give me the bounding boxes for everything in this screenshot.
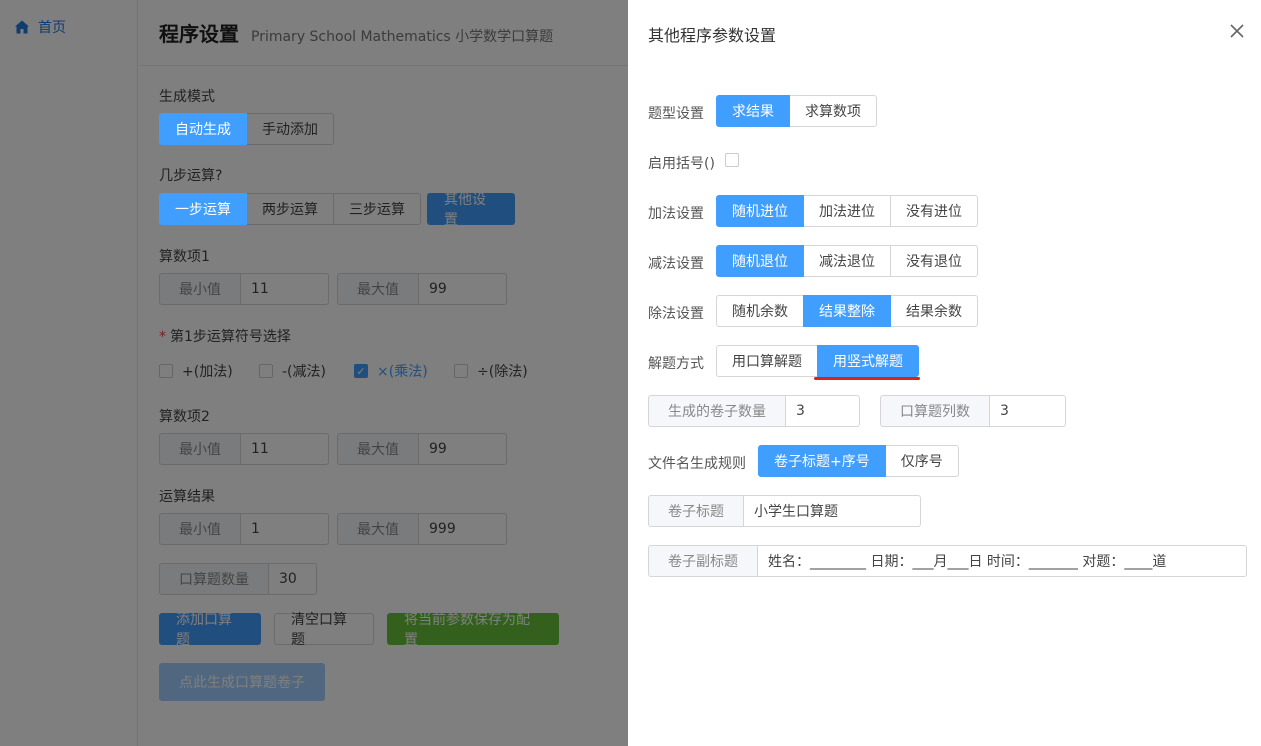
- settings-drawer: 其他程序参数设置 题型设置 求结果 求算数项 启用括号() 加法设置 随机进位 …: [628, 0, 1261, 746]
- brackets-label: 启用括号(): [648, 156, 715, 172]
- division-random-button[interactable]: 随机余数: [716, 295, 804, 327]
- division-exact-button[interactable]: 结果整除: [803, 295, 891, 327]
- steps-one-button[interactable]: 一步运算: [159, 193, 247, 225]
- filename-seq-only-button[interactable]: 仅序号: [884, 445, 959, 477]
- filename-rule-group: 卷子标题+序号 仅序号: [758, 445, 959, 477]
- subtraction-group: 随机退位 减法退位 没有退位: [716, 245, 978, 277]
- paper-count-field[interactable]: 生成的卷子数量 3: [648, 395, 860, 427]
- drawer-title: 其他程序参数设置: [648, 26, 777, 45]
- paper-title-field[interactable]: 卷子标题 小学生口算题: [648, 495, 921, 527]
- solve-oral-button[interactable]: 用口算解题: [716, 345, 818, 377]
- addition-group: 随机进位 加法进位 没有进位: [716, 195, 978, 227]
- solve-method-group: 用口算解题 用竖式解题: [716, 345, 919, 377]
- division-group: 随机余数 结果整除 结果余数: [716, 295, 978, 327]
- subtraction-noborrow-button[interactable]: 没有退位: [890, 245, 978, 277]
- paper-count-label: 生成的卷子数量: [648, 395, 786, 427]
- addition-nocarry-button[interactable]: 没有进位: [890, 195, 978, 227]
- solve-method-label: 解题方式: [648, 356, 704, 372]
- question-type-operand-button[interactable]: 求算数项: [789, 95, 877, 127]
- addition-carry-button[interactable]: 加法进位: [803, 195, 891, 227]
- question-type-label: 题型设置: [648, 106, 704, 122]
- subtraction-label: 减法设置: [648, 256, 704, 272]
- paper-count-input[interactable]: 3: [786, 395, 860, 427]
- paper-subtitle-input[interactable]: 姓名：________ 日期：___月___日 时间：_______ 对题：__…: [758, 545, 1247, 577]
- subtraction-random-button[interactable]: 随机退位: [716, 245, 804, 277]
- question-type-group: 求结果 求算数项: [716, 95, 877, 127]
- close-icon[interactable]: [1228, 22, 1246, 40]
- paper-title-input[interactable]: 小学生口算题: [744, 495, 921, 527]
- columns-field[interactable]: 口算题列数 3: [880, 395, 1066, 427]
- brackets-checkbox[interactable]: [725, 153, 739, 167]
- subtraction-borrow-button[interactable]: 减法退位: [803, 245, 891, 277]
- addition-random-button[interactable]: 随机进位: [716, 195, 804, 227]
- addition-label: 加法设置: [648, 206, 704, 222]
- paper-subtitle-label: 卷子副标题: [648, 545, 758, 577]
- columns-input[interactable]: 3: [990, 395, 1066, 427]
- division-label: 除法设置: [648, 306, 704, 322]
- paper-title-label: 卷子标题: [648, 495, 744, 527]
- mode-auto-button[interactable]: 自动生成: [159, 113, 247, 145]
- filename-title-seq-button[interactable]: 卷子标题+序号: [758, 445, 886, 477]
- division-remainder-button[interactable]: 结果余数: [890, 295, 978, 327]
- filename-rule-label: 文件名生成规则: [648, 456, 746, 472]
- solve-vertical-button[interactable]: 用竖式解题: [817, 345, 919, 377]
- question-type-result-button[interactable]: 求结果: [716, 95, 790, 127]
- highlight-underline: [814, 377, 920, 380]
- paper-subtitle-field[interactable]: 卷子副标题 姓名：________ 日期：___月___日 时间：_______…: [648, 545, 1247, 577]
- columns-label: 口算题列数: [880, 395, 990, 427]
